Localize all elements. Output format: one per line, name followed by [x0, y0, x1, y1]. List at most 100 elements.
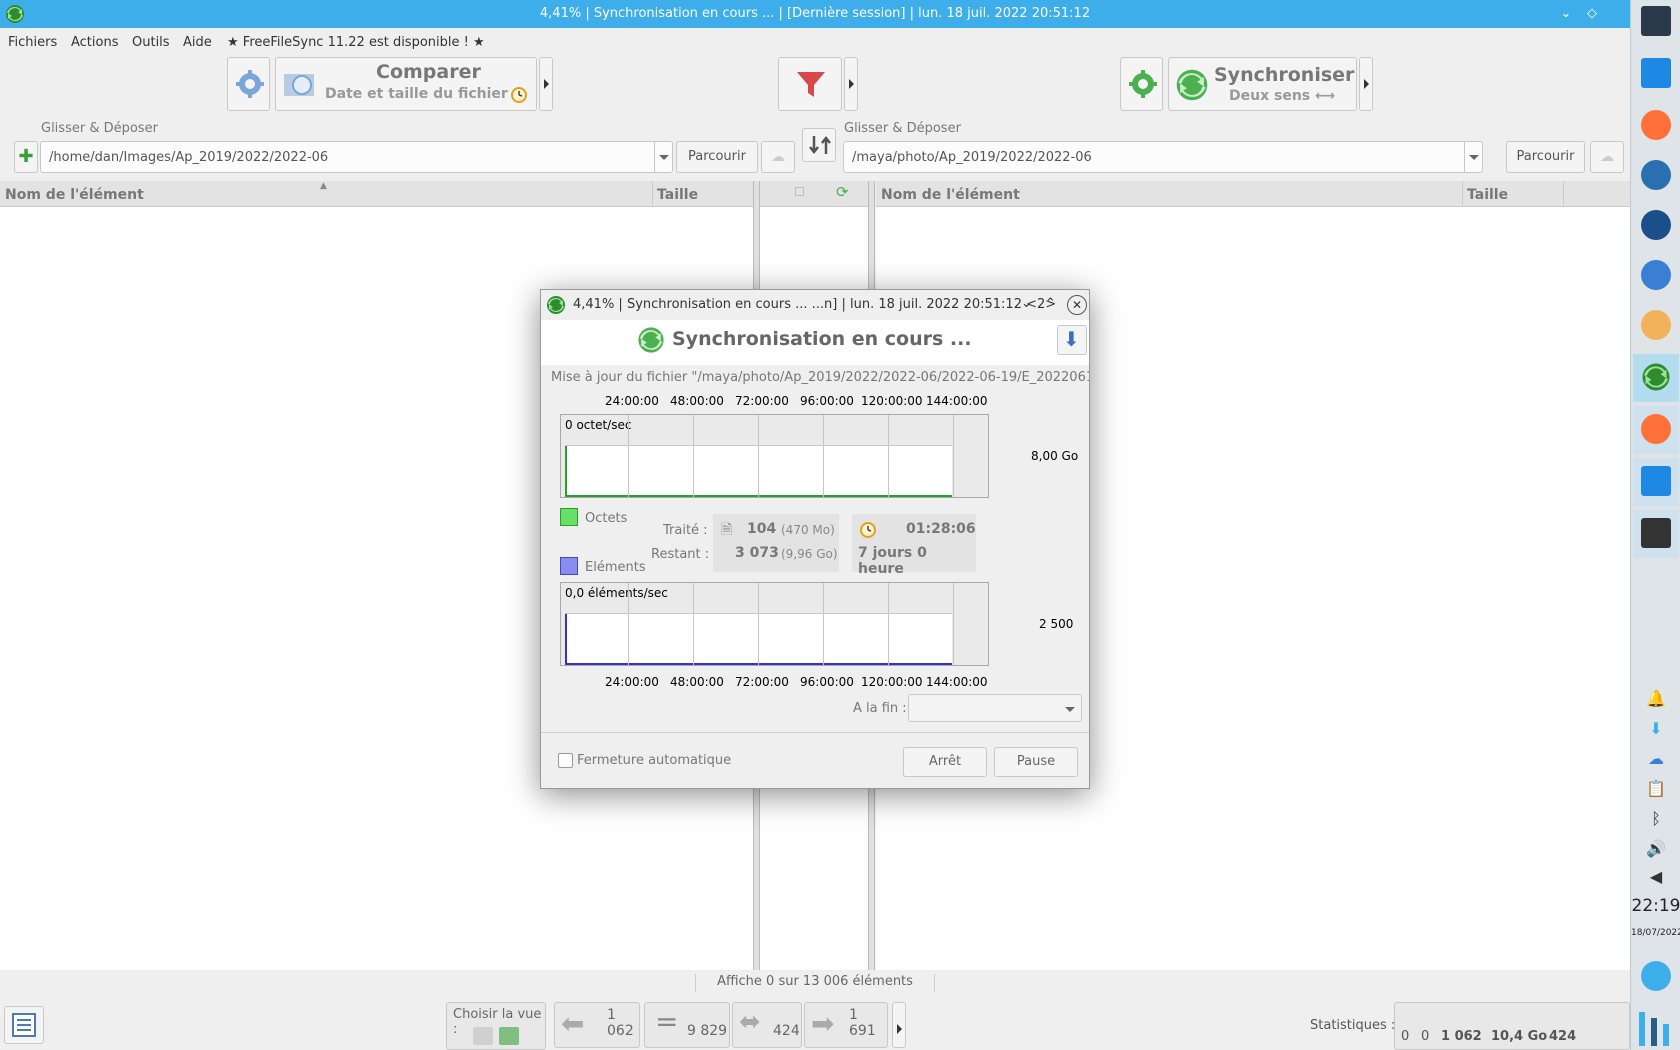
settings-sliders-icon[interactable] [1641, 6, 1671, 36]
menu-actions[interactable]: Actions [71, 35, 119, 50]
sync-icon [638, 327, 664, 353]
middle-grid-header: ☐ ⟳ [760, 181, 868, 207]
filter-different-button[interactable]: ⬌ 424 [732, 1002, 802, 1048]
freefilesync-taskbar-icon[interactable] [1641, 362, 1671, 392]
left-folder-history-dropdown[interactable] [654, 142, 672, 172]
on-finish-select[interactable] [908, 694, 1082, 722]
left-col-size[interactable]: Taille [657, 187, 698, 203]
clipboard-icon[interactable]: 📋 [1646, 779, 1666, 799]
filter-options-arrow[interactable] [844, 57, 858, 111]
expand-tray-icon[interactable]: ◀ [1646, 867, 1666, 887]
freefilesync-icon [547, 296, 565, 314]
time-tick-label: 144:00:00 [926, 394, 988, 408]
sync-options-arrow[interactable] [1359, 57, 1373, 111]
left-browse-button[interactable]: Parcourir [676, 141, 758, 173]
filter-left-only-button[interactable]: ⬅ 1 062 [554, 1002, 640, 1048]
pause-button[interactable]: Pause [994, 747, 1078, 777]
left-cloud-button[interactable]: ☁ [761, 141, 795, 173]
view-action-toggle[interactable] [499, 1027, 519, 1045]
right-grid-header: Nom de l'élément Taille [876, 181, 1630, 207]
swap-sides-button[interactable] [802, 128, 836, 162]
right-folder-path-input[interactable]: /maya/photo/Ap_2019/2022/2022-06 [843, 141, 1483, 173]
synchronize-button[interactable]: Synchroniser Deux sens ⟷ [1168, 57, 1357, 111]
left-folder-path-input[interactable]: /home/dan/Images/Ap_2019/2022/2022-06 [40, 141, 673, 173]
on-finish-label: A la fin : [853, 701, 907, 716]
chart-gridline [565, 613, 952, 614]
compare-settings-button[interactable] [227, 57, 270, 111]
minimize-button[interactable]: ⌄ [1556, 4, 1576, 24]
view-options-arrow[interactable] [892, 1002, 906, 1048]
browser-icon[interactable] [1641, 210, 1671, 240]
cloud-icon: ☁ [771, 149, 785, 165]
filter-equal-button[interactable]: = 9 829 [644, 1002, 730, 1048]
items-series-line [565, 613, 567, 665]
equal-icon: = [655, 1005, 679, 1038]
synchronize-label: Synchroniser [1214, 64, 1355, 86]
menu-fichiers[interactable]: Fichiers [8, 35, 57, 50]
checkbox-column-icon[interactable]: ☐ [794, 185, 805, 199]
auto-close-checkbox[interactable] [558, 753, 573, 768]
cloud-sync-icon[interactable]: ☁ [1646, 749, 1666, 769]
file-manager-task-icon[interactable] [1641, 466, 1671, 496]
volume-icon[interactable]: 🔊 [1646, 839, 1666, 859]
right-cloud-button[interactable]: ☁ [1590, 141, 1624, 173]
column-separator[interactable] [652, 181, 653, 207]
filter-button[interactable] [778, 57, 842, 111]
download-icon[interactable]: ⬇ [1646, 719, 1666, 739]
right-browse-button[interactable]: Parcourir [1506, 141, 1585, 173]
menu-outils[interactable]: Outils [132, 35, 170, 50]
log-panel-button[interactable] [4, 1006, 44, 1044]
update-notice-link[interactable]: ★ FreeFileSync 11.22 est disponible ! ★ [227, 35, 485, 50]
right-col-name[interactable]: Nom de l'élément [881, 187, 1020, 203]
thunderbird-icon[interactable] [1641, 260, 1671, 290]
remaining-label: Restant : [651, 547, 710, 562]
menu-aide[interactable]: Aide [183, 35, 212, 50]
statistics-label: Statistiques : [1310, 1018, 1396, 1033]
minimize-to-tray-button[interactable]: ⬇ [1057, 325, 1087, 355]
right-col-size[interactable]: Taille [1467, 187, 1508, 203]
menu-bar: Fichiers Actions Outils Aide ★ FreeFileS… [0, 28, 1630, 57]
compare-button[interactable]: Comparer Date et taille du fichier [275, 57, 537, 111]
stop-button[interactable]: Arrêt [903, 747, 987, 777]
dialog-titlebar: 4,41% | Synchronisation en cours ... ...… [541, 290, 1089, 320]
keep-above-button[interactable]: ◇ [1582, 4, 1602, 24]
sync-action-column-icon[interactable]: ⟳ [836, 183, 849, 201]
k-app-icon[interactable] [1641, 310, 1671, 340]
view-category-toggle[interactable] [473, 1027, 493, 1045]
application-launcher-icon[interactable] [1641, 961, 1671, 991]
compare-options-arrow[interactable] [539, 57, 553, 111]
dialog-minimize-button[interactable]: ⌄ [1021, 296, 1032, 311]
filter-right-only-button[interactable]: ➡ 1 691 [804, 1002, 888, 1048]
terminal-icon[interactable] [1641, 518, 1671, 548]
time-tick-label: 24:00:00 [605, 394, 659, 408]
firefox-task-icon[interactable] [1641, 414, 1671, 444]
auto-close-label[interactable]: Fermeture automatique [577, 753, 731, 768]
chart-gridline [823, 583, 824, 665]
current-action-text: Mise à jour du fichier "/maya/photo/Ap_2… [551, 370, 1089, 385]
dialog-title: 4,41% | Synchronisation en cours ... ...… [573, 297, 1057, 312]
left-only-count: 1 062 [607, 1007, 634, 1039]
firefox-icon[interactable] [1641, 110, 1671, 140]
notifications-icon[interactable]: 🔔 [1646, 689, 1666, 709]
right-folder-history-dropdown[interactable] [1464, 142, 1482, 172]
clock-date[interactable]: 18/07/2022 [1631, 928, 1680, 938]
gear-icon [236, 70, 264, 98]
sync-settings-button[interactable] [1120, 57, 1163, 111]
time-box: 01:28:06 7 jours 0 heure [852, 514, 976, 577]
processed-size: (470 Mo) [781, 523, 835, 537]
remaining-time: 7 jours 0 heure [858, 545, 927, 577]
left-drag-drop-label: Glisser & Déposer [41, 121, 158, 136]
left-col-name[interactable]: Nom de l'élément [5, 187, 144, 203]
window-title: 4,41% | Synchronisation en cours ... | [… [539, 6, 1091, 21]
swap-meter [1663, 1024, 1669, 1046]
file-manager-icon[interactable] [1641, 58, 1671, 88]
dialog-close-button[interactable]: ✕ [1067, 295, 1087, 315]
bytes-rate-label: 0 octet/sec [565, 418, 632, 432]
column-separator[interactable] [1462, 181, 1463, 207]
bluetooth-icon[interactable]: ᛒ [1646, 809, 1666, 829]
dialog-maximize-button[interactable]: ⌃ [1045, 296, 1056, 311]
column-separator[interactable] [1563, 181, 1564, 207]
add-folder-pair-button[interactable]: ✚ [14, 141, 38, 173]
clock-time[interactable]: 22:19 [1631, 896, 1680, 916]
steam-icon[interactable] [1641, 160, 1671, 190]
